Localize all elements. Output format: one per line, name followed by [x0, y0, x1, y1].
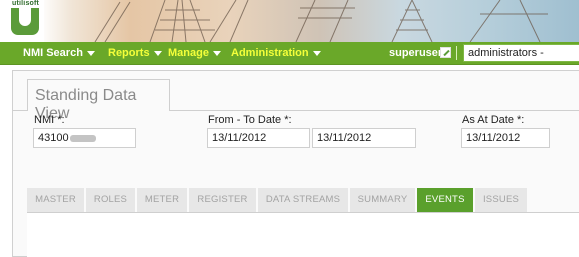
- tab-summary[interactable]: SUMMARY: [350, 188, 415, 212]
- tab-master[interactable]: MASTER: [27, 188, 84, 212]
- current-user: superuser: [389, 47, 443, 59]
- chevron-down-icon: [153, 50, 162, 56]
- nav-manage[interactable]: Manage: [168, 42, 221, 64]
- nav-reports-label: Reports: [108, 47, 150, 59]
- logo-text: utilisoft: [12, 0, 40, 7]
- banner-image: [94, 0, 548, 42]
- nmi-field[interactable]: 43100: [33, 128, 136, 148]
- main-nav: NMI Search Reports Manage Administration…: [0, 42, 579, 65]
- redacted-mark: [69, 134, 96, 142]
- nav-administration[interactable]: Administration: [231, 42, 321, 64]
- nav-manage-label: Manage: [168, 47, 209, 59]
- logo: utilisoft: [0, 0, 44, 42]
- tab-data-streams[interactable]: DATA STREAMS: [258, 188, 348, 212]
- to-date-field[interactable]: 13/11/2012: [312, 128, 416, 148]
- view-title-tab: Standing Data View: [27, 79, 170, 122]
- tab-issues[interactable]: ISSUES: [475, 188, 527, 212]
- nav-nmi-search[interactable]: NMI Search: [23, 42, 95, 64]
- from-date-field[interactable]: 13/11/2012: [207, 128, 310, 148]
- as-at-date-label: As At Date *:: [462, 114, 525, 126]
- role-select[interactable]: administrators -: [463, 44, 579, 62]
- nav-nmi-search-label: NMI Search: [23, 47, 83, 59]
- edit-icon[interactable]: [440, 47, 451, 58]
- nav-reports[interactable]: Reports: [108, 42, 162, 64]
- chevron-down-icon: [312, 50, 321, 56]
- from-to-date-label: From - To Date *:: [208, 114, 292, 126]
- tab-events[interactable]: EVENTS: [417, 188, 473, 212]
- as-at-date-field[interactable]: 13/11/2012: [461, 128, 550, 148]
- chevron-down-icon: [212, 50, 221, 56]
- nmi-label: NMI *:: [34, 114, 65, 126]
- header-banner: utilisoft: [0, 0, 579, 42]
- tab-content-area: [27, 213, 579, 257]
- tab-register[interactable]: REGISTER: [189, 188, 256, 212]
- tab-roles[interactable]: ROLES: [86, 188, 135, 212]
- nav-administration-label: Administration: [231, 47, 309, 59]
- nmi-value: 43100: [38, 132, 69, 144]
- tab-meter[interactable]: METER: [137, 188, 187, 212]
- logo-u-icon: [11, 8, 39, 35]
- chevron-down-icon: [86, 50, 95, 56]
- nav-divider: [456, 46, 457, 60]
